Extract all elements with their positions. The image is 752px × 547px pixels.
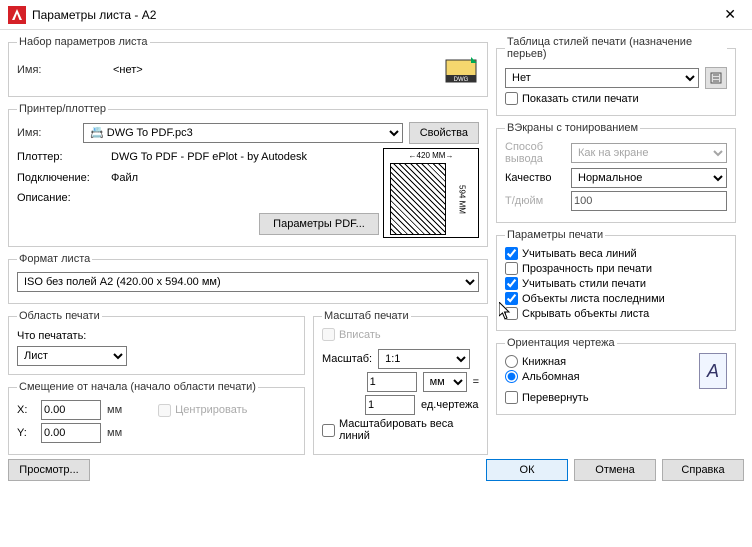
pageset-legend: Набор параметров листа [17,36,150,48]
opt-plotstyles-checkbox[interactable] [505,277,518,290]
preview-width-label: ←420 MM→ [384,149,478,161]
help-button[interactable]: Справка [662,459,744,481]
scale-den-unit: ед.чертежа [421,399,479,411]
plotarea-group: Область печати Что печатать: Лист [8,310,305,375]
scale-lineweights-label: Масштабировать веса линий [339,418,479,442]
plotstyles-select[interactable]: Нет [505,68,699,88]
printer-legend: Принтер/плоттер [17,103,108,115]
offset-x-label: X: [17,404,35,416]
preview-height-label: 594 MM [448,161,476,237]
printer-name-select[interactable]: 📇 DWG To PDF.pc3 [83,123,403,143]
dwg-icon[interactable]: DWG [443,55,479,85]
offset-y-label: Y: [17,427,35,439]
quality-label: Качество [505,172,565,184]
offset-legend: Смещение от начала (начало области печат… [17,381,258,393]
scale-num-input[interactable] [367,372,417,392]
opt-hide-label: Скрывать объекты листа [522,308,649,320]
opt-transparency-checkbox[interactable] [505,262,518,275]
paper-group: Формат листа ISO без полей A2 (420.00 x … [8,253,488,304]
plotstyles-edit-button[interactable] [705,67,727,89]
shaded-legend: ВЭкраны с тонированием [505,122,640,134]
scale-equals: = [473,376,479,388]
offset-x-input[interactable] [41,400,101,420]
plotstyles-group: Таблица стилей печати (назначение перьев… [496,36,736,116]
window-title: Параметры листа - A2 [32,8,156,22]
description-label: Описание: [17,192,107,204]
edit-icon [710,72,722,84]
portrait-label: Книжная [522,356,566,368]
cancel-button[interactable]: Отмена [574,459,656,481]
plotarea-legend: Область печати [17,310,102,322]
shade-mode-label: Способ вывода [505,141,565,165]
connection-value: Файл [111,172,379,184]
cursor-icon [499,302,511,320]
scale-label: Масштаб: [322,353,372,365]
opt-lineweights-checkbox[interactable] [505,247,518,260]
dpi-label: Т/дюйм [505,195,565,207]
plotter-value: DWG To PDF - PDF ePlot - by Autodesk [111,151,379,163]
orientation-group: Ориентация чертежа Книжная Альбомная A П… [496,337,736,415]
preview-button[interactable]: Просмотр... [8,459,90,481]
offset-y-input[interactable] [41,423,101,443]
printer-group: Принтер/плоттер Имя: 📇 DWG To PDF.pc3 Св… [8,103,488,247]
autocad-icon [8,6,26,24]
svg-text:DWG: DWG [454,77,469,83]
plotter-label: Плоттер: [17,151,107,163]
fit-label: Вписать [339,329,381,341]
scale-legend: Масштаб печати [322,310,411,322]
opt-transparency-label: Прозрачность при печати [522,263,652,275]
paper-legend: Формат листа [17,253,92,265]
plotarea-what-select[interactable]: Лист [17,346,127,366]
landscape-radio[interactable] [505,370,518,383]
scale-group: Масштаб печати Вписать Масштаб: 1:1 мм =… [313,310,488,455]
scale-den-input[interactable] [365,395,415,415]
pdf-params-button[interactable]: Параметры PDF... [259,213,379,235]
close-icon[interactable]: ✕ [716,4,744,25]
orientation-legend: Ориентация чертежа [505,337,617,349]
opt-lineweights-label: Учитывать веса линий [522,248,637,260]
paper-preview: ←420 MM→ 594 MM [383,148,479,238]
fit-checkbox [322,328,335,341]
pageset-group: Набор параметров листа Имя: <нет> DWG [8,36,488,97]
orientation-icon: A [699,353,727,389]
portrait-radio[interactable] [505,355,518,368]
scale-lineweights-checkbox[interactable] [322,424,335,437]
plot-options-group: Параметры печати Учитывать веса линий Пр… [496,229,736,331]
plotstyles-legend: Таблица стилей печати (назначение перьев… [505,36,727,60]
opt-paperspace-label: Объекты листа последними [522,293,665,305]
scale-select[interactable]: 1:1 [378,349,470,369]
landscape-label: Альбомная [522,371,580,383]
pageset-name-label: Имя: [17,64,107,76]
pageset-name-value: <нет> [113,64,143,76]
offset-group: Смещение от начала (начало области печат… [8,381,305,455]
opt-plotstyles-label: Учитывать стили печати [522,278,646,290]
offset-y-unit: мм [107,427,122,439]
offset-x-unit: мм [107,404,122,416]
show-plotstyles-checkbox[interactable] [505,92,518,105]
center-checkbox [158,404,171,417]
shaded-group: ВЭкраны с тонированием Способ вывода Как… [496,122,736,223]
upside-label: Перевернуть [522,392,589,404]
paper-size-select[interactable]: ISO без полей A2 (420.00 x 594.00 мм) [17,272,479,292]
plotarea-what-label: Что печатать: [17,330,296,342]
connection-label: Подключение: [17,172,107,184]
scale-unit-select[interactable]: мм [423,372,467,392]
ok-button[interactable]: ОК [486,459,568,481]
show-plotstyles-label: Показать стили печати [522,93,639,105]
dpi-input [571,191,727,211]
center-label: Центрировать [175,404,247,416]
plot-options-legend: Параметры печати [505,229,605,241]
quality-select[interactable]: Нормальное [571,168,727,188]
printer-name-label: Имя: [17,127,77,139]
shade-mode-select: Как на экране [571,143,727,163]
upside-checkbox[interactable] [505,391,518,404]
printer-props-button[interactable]: Свойства [409,122,479,144]
